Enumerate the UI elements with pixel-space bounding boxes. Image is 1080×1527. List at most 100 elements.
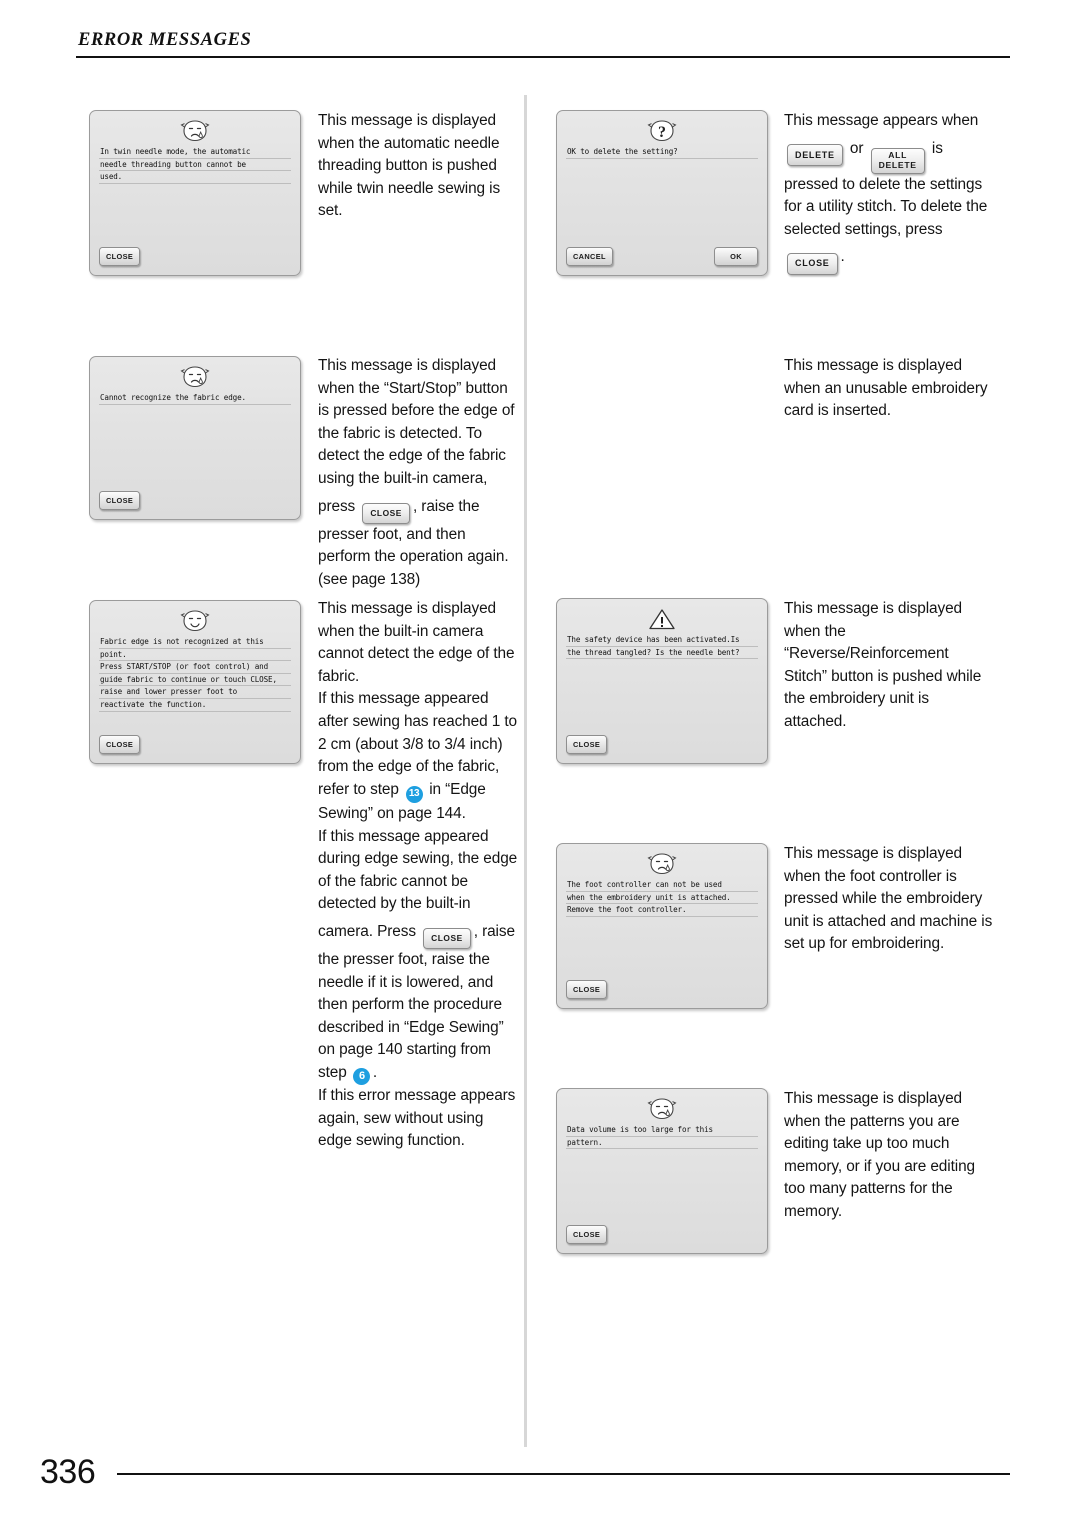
close-button[interactable]: CLOSE <box>566 980 608 999</box>
description-twin-needle: This message is displayed when the autom… <box>318 110 514 223</box>
lcd-icon-row <box>566 607 758 633</box>
lcd-message: Cannot recognize the fabric edge. <box>99 392 291 491</box>
lcd-panel: Cannot recognize the fabric edge. CLOSE <box>89 356 301 520</box>
description-paragraph: If this message appeared during edge sew… <box>318 827 518 913</box>
delete-button-inline[interactable]: DELETE <box>787 144 843 167</box>
description-text: , raise <box>473 923 515 941</box>
svg-text:?: ? <box>658 124 666 141</box>
lcd-panel: Data volume is too large for this patter… <box>556 1088 768 1254</box>
description-paragraph: This message appears when <box>784 112 979 129</box>
dialog-safety-device: The safety device has been activated.Is … <box>556 598 768 764</box>
footer-rule <box>117 1472 1010 1476</box>
dialog-data-volume: Data volume is too large for this patter… <box>556 1088 768 1254</box>
lcd-message-line: pattern. <box>566 1137 758 1150</box>
period-text: . <box>840 248 845 266</box>
question-face-icon: ? <box>647 119 677 143</box>
lcd-message: OK to delete the setting? <box>566 146 758 247</box>
lcd-panel: The foot controller can not be used when… <box>556 843 768 1009</box>
lcd-icon-row <box>99 119 291 145</box>
description-with-button: press CLOSE, raise the <box>318 491 518 524</box>
description-paragraph: This message is displayed when the autom… <box>318 112 501 220</box>
ok-button[interactable]: OK <box>714 247 758 266</box>
close-button[interactable]: CLOSE <box>566 735 608 754</box>
close-button-inline[interactable]: CLOSE <box>362 502 410 524</box>
lcd-message-line: The foot controller can not be used <box>566 879 758 892</box>
close-button-inline[interactable]: CLOSE <box>787 252 838 275</box>
smile-face-icon <box>180 609 210 633</box>
lcd-message-line: Fabric edge is not recognized at this <box>99 636 291 649</box>
description-paragraph: This message is displayed when the built… <box>318 600 515 685</box>
description-unusable-card: This message is displayed when an unusab… <box>784 355 994 423</box>
description-delete-setting: This message appears when DELETE or ALL D… <box>784 110 994 275</box>
description-builtin-camera: This message is displayed when the built… <box>318 598 518 1153</box>
step-badge-13: 13 <box>405 786 423 804</box>
lcd-message-line: needle threading button cannot be <box>99 159 291 172</box>
lcd-message-line: reactivate the function. <box>99 699 291 712</box>
close-button[interactable]: CLOSE <box>566 1225 608 1244</box>
page-title: ERROR MESSAGES <box>78 30 252 50</box>
description-paragraph: This message is displayed when the foot … <box>784 845 993 953</box>
dialog-fabric-edge-unrecognized: Cannot recognize the fabric edge. CLOSE <box>89 356 301 520</box>
sad-face-icon <box>180 365 210 389</box>
description-paragraph: presser foot, and then perform the opera… <box>318 525 509 588</box>
lcd-message-line: OK to delete the setting? <box>566 146 758 159</box>
lcd-message-line: used. <box>99 171 291 184</box>
lcd-footer: CLOSE <box>99 247 291 266</box>
lcd-message-line: raise and lower presser foot to <box>99 686 291 699</box>
lcd-footer: CLOSE <box>566 980 758 999</box>
all-delete-line-1: ALL <box>888 149 908 160</box>
lcd-message-line: when the embroidery unit is attached. <box>566 892 758 905</box>
description-start-stop: This message is displayed when the “Star… <box>318 355 518 591</box>
lcd-message: Fabric edge is not recognized at this po… <box>99 636 291 735</box>
lcd-message-line: the thread tangled? Is the needle bent? <box>566 647 758 660</box>
page-number: 336 <box>40 1453 96 1491</box>
dialog-foot-controller: The foot controller can not be used when… <box>556 843 768 1009</box>
lcd-footer: CLOSE <box>99 735 291 754</box>
description-paragraph: pressed to delete the settings for a uti… <box>784 175 988 238</box>
warning-triangle-icon <box>648 607 676 631</box>
lcd-footer: CANCEL OK <box>566 247 758 266</box>
close-button-inline[interactable]: CLOSE <box>423 928 471 950</box>
lcd-panel: ? OK to delete the setting? CANCEL OK <box>556 110 768 276</box>
step-badge-6: 6 <box>353 1068 371 1086</box>
description-paragraph: If this error message appears again, sew… <box>318 1087 516 1150</box>
lcd-footer: CLOSE <box>99 491 291 510</box>
step-word: step <box>318 1063 347 1081</box>
lcd-footer: CLOSE <box>566 1225 758 1244</box>
lcd-panel: The safety device has been activated.Is … <box>556 598 768 764</box>
description-text: If this message appeared after sewing ha… <box>318 690 518 798</box>
description-paragraph: This message is displayed when the “Star… <box>318 357 515 487</box>
close-button[interactable]: CLOSE <box>99 491 141 510</box>
close-button[interactable]: CLOSE <box>99 735 141 754</box>
lcd-icon-row: ? <box>566 119 758 145</box>
description-with-button: camera. Press CLOSE, raise <box>318 916 518 950</box>
description-with-button: CLOSE. <box>784 241 994 275</box>
sad-face-icon <box>647 852 677 876</box>
lcd-message: In twin needle mode, the automatic needl… <box>99 146 291 247</box>
description-paragraph: the presser foot, raise the needle if it… <box>318 951 504 1059</box>
close-button[interactable]: CLOSE <box>99 247 141 266</box>
lcd-message: The safety device has been activated.Is … <box>566 634 758 735</box>
lcd-message-line: Cannot recognize the fabric edge. <box>99 392 291 405</box>
column-divider <box>524 95 527 1447</box>
cancel-button[interactable]: CANCEL <box>566 247 613 266</box>
page-header: ERROR MESSAGES <box>76 30 1010 58</box>
sad-face-icon <box>647 1097 677 1121</box>
lcd-message: The foot controller can not be used when… <box>566 879 758 980</box>
or-word: or <box>849 139 864 157</box>
description-with-buttons: DELETE or ALL DELETE is <box>784 133 994 174</box>
dialog-twin-needle: In twin needle mode, the automatic needl… <box>89 110 301 276</box>
description-paragraph: This message is displayed when the patte… <box>784 1090 975 1220</box>
header-rule <box>76 56 1010 58</box>
description-paragraph: This message is displayed when the “Reve… <box>784 600 982 730</box>
description-text: camera. Press <box>318 923 416 941</box>
all-delete-button-inline[interactable]: ALL DELETE <box>870 147 925 174</box>
lcd-message-line: Press START/STOP (or foot control) and <box>99 661 291 674</box>
lcd-footer: CLOSE <box>566 735 758 754</box>
description-with-step: If this message appeared after sewing ha… <box>318 688 518 825</box>
description-with-step: step 6. <box>318 1062 518 1086</box>
page-footer: 336 <box>40 1455 1010 1489</box>
lcd-panel: Fabric edge is not recognized at this po… <box>89 600 301 764</box>
lcd-message: Data volume is too large for this patter… <box>566 1124 758 1225</box>
description-text: . <box>372 1063 378 1081</box>
